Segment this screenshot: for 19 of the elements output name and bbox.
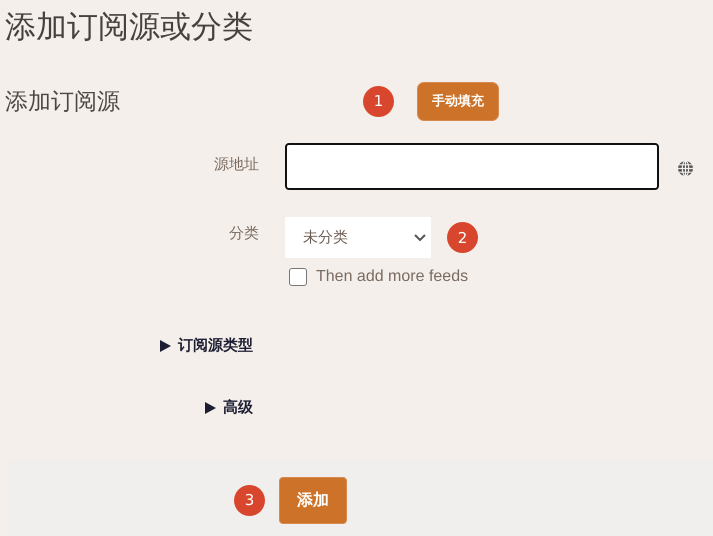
step-badge: 3	[234, 484, 265, 516]
checkbox[interactable]	[289, 268, 307, 286]
disclosure-toggle[interactable]: 高级	[205, 398, 253, 417]
manual-fill-button[interactable]: 手动填充	[417, 82, 499, 120]
add-button[interactable]: 添加	[279, 476, 347, 524]
category-dropdown[interactable]: 未分类	[285, 217, 431, 258]
step-badge: 2	[447, 222, 478, 253]
globe-icon[interactable]	[677, 160, 694, 177]
url-input-field[interactable]	[285, 143, 659, 190]
page-title: 添加订阅源或分类	[4, 8, 254, 47]
field-label: 分类	[228, 224, 259, 244]
field-label: 源地址	[213, 154, 259, 174]
triangle-icon	[205, 402, 216, 414]
step-badge: 1	[363, 86, 394, 116]
disclosure-toggle[interactable]: 订阅源类型	[160, 336, 253, 355]
section-title: 添加订阅源	[4, 88, 121, 116]
triangle-icon	[160, 340, 171, 352]
checkbox-label: Then add more feeds	[316, 268, 468, 286]
chevron-down-icon	[413, 232, 427, 242]
